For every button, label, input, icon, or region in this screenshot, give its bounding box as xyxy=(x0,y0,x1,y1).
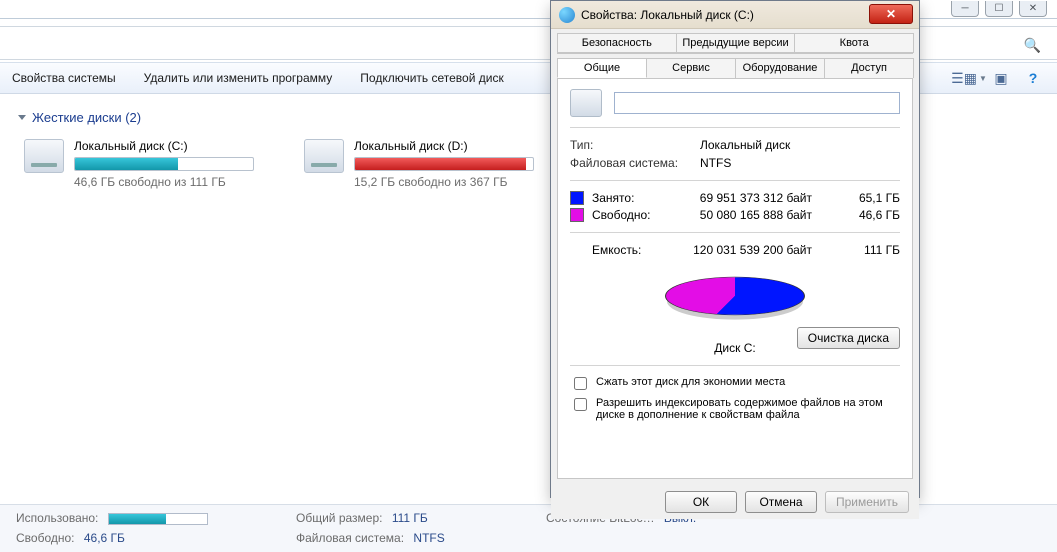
tab-previous-versions[interactable]: Предыдущие версии xyxy=(676,33,796,53)
tab-quota[interactable]: Квота xyxy=(794,33,914,53)
status-fs-value: NTFS xyxy=(413,531,444,545)
tab-row-front: Общие Сервис Оборудование Доступ xyxy=(557,58,913,79)
drive-usage-fill xyxy=(75,158,178,170)
parent-close-button[interactable]: ✕ xyxy=(1019,1,1047,17)
status-free-value: 46,6 ГБ xyxy=(84,531,125,545)
parent-maximize-button[interactable]: ☐ xyxy=(985,1,1013,17)
properties-dialog: Свойства: Локальный диск (C:) ✕ Безопасн… xyxy=(550,0,920,498)
type-label: Тип: xyxy=(570,138,700,152)
parent-minimize-button[interactable]: ─ xyxy=(951,1,979,17)
usage-pie-chart xyxy=(665,277,805,316)
used-swatch xyxy=(570,191,584,205)
compress-checkbox[interactable] xyxy=(574,377,587,390)
free-label: Свободно: xyxy=(592,208,688,222)
index-checkbox-row[interactable]: Разрешить индексировать содержимое файло… xyxy=(570,397,900,421)
tab-security[interactable]: Безопасность xyxy=(557,33,677,53)
capacity-bytes: 120 031 539 200 байт xyxy=(688,243,812,257)
index-checkbox[interactable] xyxy=(574,398,587,411)
status-used-bar xyxy=(108,513,208,525)
view-mode-button[interactable]: ☰▦▼ xyxy=(957,67,981,89)
tab-sharing[interactable]: Доступ xyxy=(824,58,914,78)
free-bytes: 50 080 165 888 байт xyxy=(688,208,812,222)
drive-free-text: 46,6 ГБ свободно из 111 ГБ xyxy=(74,175,254,189)
status-free-label: Свободно: xyxy=(16,531,75,545)
drive-item-d[interactable]: Локальный диск (D:) 15,2 ГБ свободно из … xyxy=(304,139,554,189)
type-value: Локальный диск xyxy=(700,138,790,152)
index-label: Разрешить индексировать содержимое файло… xyxy=(596,397,900,421)
search-icon[interactable]: 🔍 xyxy=(1024,37,1041,54)
cmd-map-network-drive[interactable]: Подключить сетевой диск xyxy=(360,71,503,85)
drive-item-c[interactable]: Локальный диск (C:) 46,6 ГБ свободно из … xyxy=(24,139,274,189)
pie-label: Диск C: xyxy=(714,341,755,355)
dialog-titlebar[interactable]: Свойства: Локальный диск (C:) ✕ xyxy=(551,1,919,29)
cancel-button[interactable]: Отмена xyxy=(745,491,817,513)
filesystem-value: NTFS xyxy=(700,156,731,170)
used-label: Занято: xyxy=(592,191,688,205)
tab-tools[interactable]: Сервис xyxy=(646,58,736,78)
tab-body-general: Тип: Локальный диск Файловая система: NT… xyxy=(557,79,913,479)
drive-icon xyxy=(559,7,575,23)
drive-free-text: 15,2 ГБ свободно из 367 ГБ xyxy=(354,175,534,189)
disk-icon xyxy=(304,139,344,173)
tab-general[interactable]: Общие xyxy=(557,58,647,78)
compress-label: Сжать этот диск для экономии места xyxy=(596,376,785,388)
tab-row-back: Безопасность Предыдущие версии Квота xyxy=(557,33,913,54)
volume-label-input[interactable] xyxy=(614,92,900,114)
free-swatch xyxy=(570,208,584,222)
used-bytes: 69 951 373 312 байт xyxy=(688,191,812,205)
dialog-close-button[interactable]: ✕ xyxy=(869,4,913,24)
help-button[interactable]: ? xyxy=(1021,67,1045,89)
preview-pane-button[interactable]: ▣ xyxy=(989,67,1013,89)
drive-name: Локальный диск (D:) xyxy=(354,139,534,153)
dialog-title-text: Свойства: Локальный диск (C:) xyxy=(581,8,754,22)
cmd-uninstall-program[interactable]: Удалить или изменить программу xyxy=(144,71,333,85)
status-used-label: Использовано: xyxy=(16,511,98,525)
disk-cleanup-button[interactable]: Очистка диска xyxy=(797,327,900,349)
ok-button[interactable]: ОК xyxy=(665,491,737,513)
capacity-gb: 111 ГБ xyxy=(840,243,900,257)
capacity-label: Емкость: xyxy=(592,243,688,257)
chevron-down-icon xyxy=(18,115,26,120)
drive-usage-bar xyxy=(74,157,254,171)
compress-checkbox-row[interactable]: Сжать этот диск для экономии места xyxy=(570,376,900,393)
status-fs-label: Файловая система: xyxy=(296,531,404,545)
filesystem-label: Файловая система: xyxy=(570,156,700,170)
dialog-button-row: ОК Отмена Применить xyxy=(551,485,919,519)
tab-hardware[interactable]: Оборудование xyxy=(735,58,825,78)
cmd-system-properties[interactable]: Свойства системы xyxy=(12,71,116,85)
volume-icon xyxy=(570,89,602,117)
drive-name: Локальный диск (C:) xyxy=(74,139,254,153)
used-gb: 65,1 ГБ xyxy=(840,191,900,205)
status-size-label: Общий размер: xyxy=(296,511,382,525)
status-size-value: 111 ГБ xyxy=(392,511,428,525)
drives-group-title: Жесткие диски (2) xyxy=(32,110,141,125)
drive-usage-fill xyxy=(355,158,526,170)
drive-usage-bar xyxy=(354,157,534,171)
apply-button[interactable]: Применить xyxy=(825,491,909,513)
free-gb: 46,6 ГБ xyxy=(840,208,900,222)
disk-icon xyxy=(24,139,64,173)
